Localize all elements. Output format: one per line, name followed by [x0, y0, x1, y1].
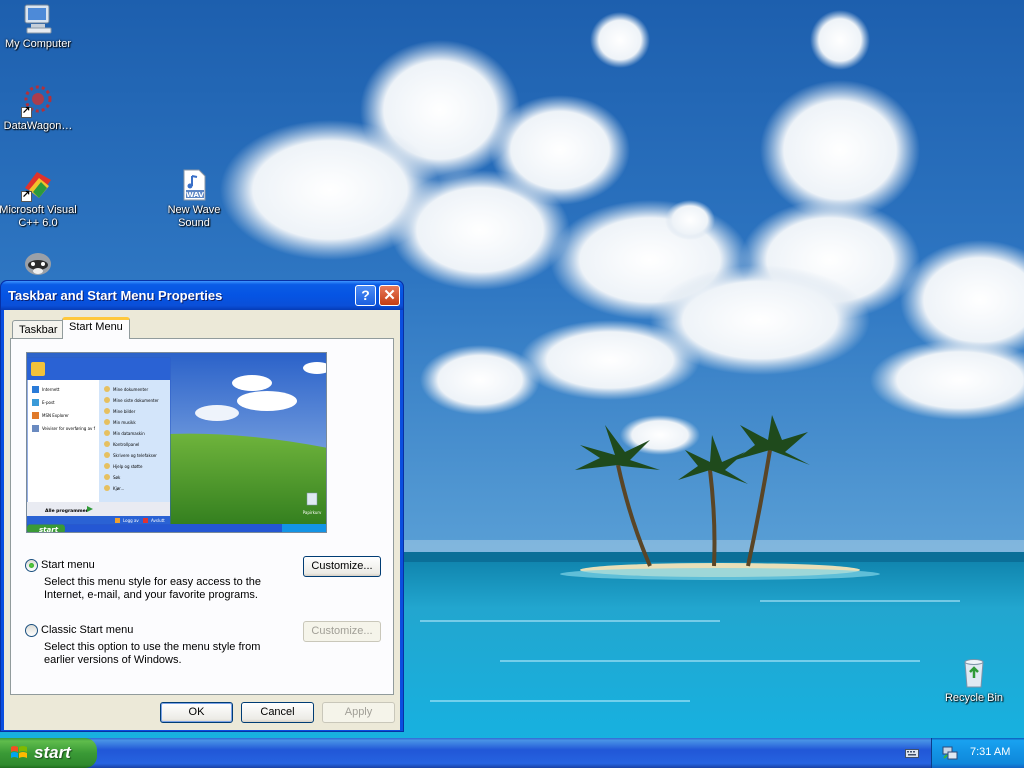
desktop-icon-label: Microsoft Visual C++ 6.0 [0, 204, 77, 229]
close-button[interactable]: ✕ [379, 285, 400, 306]
preview-right-item-icon [104, 474, 110, 480]
preview-right-item: Skrivere og telefakser [113, 453, 157, 458]
preview-left-item-icon [32, 412, 39, 419]
desktop-icon-label: New Wave Sound [167, 204, 221, 229]
desktop-icon-my-computer[interactable]: My Computer [0, 2, 78, 51]
preview-left-item: Internett [42, 387, 60, 392]
preview-left-item: Veiviser for overføring av f [42, 426, 96, 431]
start-label: start [34, 743, 71, 762]
preview-right-item-icon [104, 397, 110, 403]
recycle-bin-icon [957, 656, 991, 690]
cancel-button[interactable]: Cancel [241, 702, 314, 723]
preview-all-programs: Alle programmer [45, 508, 89, 514]
preview-right-item-icon [104, 419, 110, 425]
preview-shutdown-label: Avslutt [151, 518, 165, 523]
tab-taskbar[interactable]: Taskbar [12, 320, 65, 338]
desktop-icon-label: My Computer [4, 38, 72, 50]
apply-button[interactable]: Apply [322, 702, 395, 723]
desktop-icon-new-wave-sound[interactable]: WAV New Wave Sound [154, 168, 234, 230]
preview-right-item-icon [104, 408, 110, 414]
start-menu-option-label[interactable]: Start menu [41, 559, 95, 571]
preview-right-item-icon [104, 463, 110, 469]
clock[interactable]: 7:31 AM [970, 746, 1010, 758]
visual-cpp-icon [21, 168, 55, 202]
svg-text:WAV: WAV [186, 191, 204, 199]
preview-logoff-label: Logg av [123, 518, 139, 523]
preview-right-item-icon [104, 452, 110, 458]
title-bar[interactable]: Taskbar and Start Menu Properties ? ✕ [1, 281, 403, 310]
classic-start-menu-option-label[interactable]: Classic Start menu [41, 624, 133, 636]
network-icon[interactable] [942, 745, 958, 761]
preview-right-item: Hjelp og støtte [113, 464, 143, 469]
preview-right-item: Mine dokumenter [113, 387, 148, 392]
raccoon-icon [21, 246, 55, 280]
classic-start-menu-option-description: Select this option to use the menu style… [44, 641, 261, 666]
my-computer-icon [21, 2, 55, 36]
keyboard-icon[interactable] [905, 747, 919, 759]
close-icon: ✕ [383, 287, 396, 304]
preview-right-item: Søk [113, 475, 121, 480]
windows-logo-icon [11, 746, 27, 758]
shortcut-arrow-icon [21, 105, 32, 118]
start-menu-radio[interactable] [25, 559, 38, 572]
taskbar: start 7:31 AM [0, 738, 1024, 768]
desktop-icon-partial[interactable] [0, 246, 78, 282]
preview-left-item: E-post [42, 400, 55, 405]
desktop-icon-label: DataWagon… [3, 120, 73, 132]
window-title: Taskbar and Start Menu Properties [8, 288, 223, 303]
desktop-icon-recycle-bin[interactable]: Recycle Bin [934, 656, 1014, 705]
preview-right-item-icon [104, 485, 110, 491]
start-button[interactable]: start [0, 738, 97, 768]
desktop-icon-datawagon[interactable]: DataWagon… [0, 84, 78, 133]
preview-left-item-icon [32, 386, 39, 393]
preview-right-item: Kjør... [113, 486, 124, 491]
ok-button[interactable]: OK [160, 702, 233, 723]
preview-recycle-label: Papirkurv [303, 510, 322, 515]
preview-left-item: MSN Explorer [42, 413, 69, 418]
preview-right-item: Min musikk [113, 420, 136, 425]
start-menu-tab-panel: start Papirkurv Logg av Avslutt Internet… [10, 338, 394, 695]
preview-right-item-icon [104, 430, 110, 436]
dialog-client-area: Taskbar Start Menu start Papirkurv Logg … [4, 310, 400, 730]
customize-start-menu-button[interactable]: Customize... [303, 556, 381, 577]
preview-left-item-icon [32, 425, 39, 432]
customize-classic-menu-button[interactable]: Customize... [303, 621, 381, 642]
preview-right-item: Kontrollpanel [113, 442, 139, 447]
help-icon: ? [361, 287, 370, 303]
system-tray: 7:31 AM [931, 738, 1024, 768]
shortcut-arrow-icon [21, 189, 32, 202]
start-menu-option-description: Select this menu style for easy access t… [44, 576, 262, 601]
preview-right-item: Mine bilder [113, 409, 136, 414]
desktop-icon-label: Recycle Bin [944, 692, 1004, 704]
wav-file-icon: WAV [177, 168, 211, 202]
preview-right-item-icon [104, 386, 110, 392]
taskbar-properties-dialog: Taskbar and Start Menu Properties ? ✕ Ta… [0, 280, 404, 732]
datawagon-icon [21, 84, 55, 118]
preview-right-item: Min datamaskin [113, 431, 145, 436]
preview-start-label: start [39, 526, 59, 533]
help-button[interactable]: ? [355, 285, 376, 306]
preview-left-item-icon [32, 399, 39, 406]
desktop-icon-visual-cpp[interactable]: Microsoft Visual C++ 6.0 [0, 168, 78, 230]
start-menu-preview: start Papirkurv Logg av Avslutt Internet… [26, 352, 327, 533]
classic-start-menu-radio[interactable] [25, 624, 38, 637]
preview-right-item: Mine siste dokumenter [113, 398, 159, 403]
preview-right-item-icon [104, 441, 110, 447]
tab-start-menu[interactable]: Start Menu [62, 317, 130, 339]
